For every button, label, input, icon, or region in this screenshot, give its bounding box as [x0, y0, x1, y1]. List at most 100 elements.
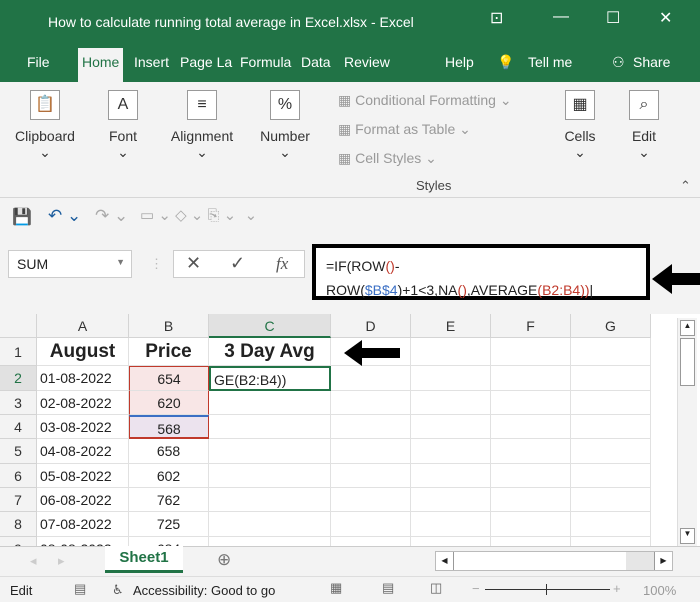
empty-cell[interactable] — [571, 338, 651, 366]
cell-b4[interactable]: 568 — [129, 415, 209, 439]
empty-cell[interactable] — [411, 391, 491, 415]
accessibility-status[interactable]: Accessibility: Good to go — [133, 583, 275, 598]
insert-function-icon[interactable]: fx — [276, 254, 288, 274]
cell-c7[interactable] — [209, 488, 331, 512]
empty-cell[interactable] — [491, 488, 571, 512]
empty-cell[interactable] — [331, 366, 411, 391]
cell-a4[interactable]: 03-08-2022 — [37, 415, 129, 439]
redo-icon[interactable]: ↷ ⌄ — [95, 206, 128, 226]
next-sheet-icon[interactable]: ▸ — [58, 553, 65, 569]
cancel-icon[interactable]: ✕ — [186, 253, 201, 274]
empty-cell[interactable] — [571, 464, 651, 488]
cell-b3[interactable]: 620 — [129, 391, 209, 415]
row-header[interactable]: 8 — [0, 512, 37, 537]
column-header-f[interactable]: F — [491, 314, 571, 338]
cell-b8[interactable]: 725 — [129, 512, 209, 537]
row-header[interactable]: 4 — [0, 415, 37, 439]
empty-cell[interactable] — [331, 512, 411, 537]
cell-a1[interactable]: August — [37, 338, 129, 366]
alignment-group[interactable]: ≡ Alignment ⌄ — [164, 90, 240, 161]
h-scroll-thumb[interactable] — [454, 552, 626, 570]
empty-cell[interactable] — [491, 464, 571, 488]
row-header[interactable]: 3 — [0, 391, 37, 415]
zoom-slider-thumb[interactable] — [546, 584, 547, 595]
empty-cell[interactable] — [571, 439, 651, 464]
sheet-tab-sheet1[interactable]: Sheet1 — [105, 546, 183, 573]
tab-file[interactable]: File — [27, 54, 50, 70]
collapse-ribbon-icon[interactable]: ⌃ — [680, 178, 691, 194]
column-header-d[interactable]: D — [331, 314, 411, 338]
cell-b2[interactable]: 654 — [129, 366, 209, 391]
ribbon-display-icon[interactable]: ⊡ — [490, 8, 503, 28]
cell-a6[interactable]: 05-08-2022 — [37, 464, 129, 488]
empty-cell[interactable] — [411, 338, 491, 366]
cell-c1[interactable]: 3 Day Avg — [209, 338, 331, 366]
scroll-thumb[interactable] — [680, 338, 695, 386]
zoom-out-icon[interactable]: − — [472, 581, 480, 596]
column-header-c[interactable]: C — [209, 314, 331, 338]
zoom-level[interactable]: 100% — [643, 583, 676, 598]
cell-a8[interactable]: 07-08-2022 — [37, 512, 129, 537]
enter-icon[interactable]: ✓ — [230, 253, 245, 274]
empty-cell[interactable] — [571, 512, 651, 537]
tab-page-layout[interactable]: Page La — [180, 54, 232, 70]
cell-c2[interactable]: GE(B2:B4)) — [209, 366, 331, 391]
vertical-scrollbar[interactable]: ▲ ▼ — [677, 318, 697, 546]
column-header-a[interactable]: A — [37, 314, 129, 338]
empty-cell[interactable] — [411, 488, 491, 512]
row-header[interactable]: 5 — [0, 439, 37, 464]
cell-c3[interactable] — [209, 391, 331, 415]
empty-cell[interactable] — [411, 415, 491, 439]
empty-cell[interactable] — [331, 391, 411, 415]
cell-c5[interactable] — [209, 439, 331, 464]
tab-review[interactable]: Review — [344, 54, 390, 70]
cell-b1[interactable]: Price — [129, 338, 209, 366]
number-group[interactable]: % Number ⌄ — [255, 90, 315, 161]
cell-b5[interactable]: 658 — [129, 439, 209, 464]
scroll-left-icon[interactable]: ◀ — [436, 552, 454, 570]
cell-c6[interactable] — [209, 464, 331, 488]
column-header-e[interactable]: E — [411, 314, 491, 338]
cell-b7[interactable]: 762 — [129, 488, 209, 512]
name-box[interactable]: SUM ▼ — [8, 250, 132, 278]
prev-sheet-icon[interactable]: ◂ — [30, 553, 37, 569]
cell-c8[interactable] — [209, 512, 331, 537]
empty-cell[interactable] — [491, 391, 571, 415]
empty-cell[interactable] — [491, 415, 571, 439]
row-header[interactable]: 1 — [0, 338, 37, 366]
tab-data[interactable]: Data — [301, 54, 331, 70]
select-all-corner[interactable] — [0, 314, 37, 338]
undo-icon[interactable]: ↶ ⌄ — [48, 206, 81, 226]
empty-cell[interactable] — [411, 366, 491, 391]
page-layout-view-icon[interactable]: ▤ — [382, 580, 394, 596]
zoom-in-icon[interactable]: + — [613, 581, 621, 596]
chevron-down-icon[interactable]: ▼ — [116, 257, 125, 267]
tab-formulas[interactable]: Formula — [240, 54, 291, 70]
empty-cell[interactable] — [411, 464, 491, 488]
empty-cell[interactable] — [331, 439, 411, 464]
page-break-view-icon[interactable]: ◫ — [430, 580, 442, 596]
conditional-formatting-button[interactable]: ▦ Conditional Formatting ⌄ — [338, 92, 512, 109]
form-icon[interactable]: ▭ ⌄ ◇ ⌄ ⎘ ⌄ ⌄ — [140, 206, 257, 224]
share-button[interactable]: Share — [633, 54, 670, 70]
close-icon[interactable]: ✕ — [659, 8, 672, 28]
clipboard-group[interactable]: 📋 Clipboard ⌄ — [10, 90, 80, 161]
editing-group[interactable]: ⌕ Edit ⌄ — [624, 90, 664, 161]
formula-bar-grip[interactable]: ⋮ — [150, 256, 163, 272]
font-group[interactable]: A Font ⌄ — [100, 90, 146, 161]
empty-cell[interactable] — [411, 439, 491, 464]
empty-cell[interactable] — [571, 366, 651, 391]
zoom-slider[interactable] — [485, 589, 610, 590]
row-header[interactable]: 7 — [0, 488, 37, 512]
cell-b6[interactable]: 602 — [129, 464, 209, 488]
empty-cell[interactable] — [331, 464, 411, 488]
empty-cell[interactable] — [571, 415, 651, 439]
column-header-b[interactable]: B — [129, 314, 209, 338]
cells-group[interactable]: ▦ Cells ⌄ — [560, 90, 600, 161]
cell-a7[interactable]: 06-08-2022 — [37, 488, 129, 512]
formula-input[interactable]: =IF(ROW()-ROW($B$4)+1<3,NA(),AVERAGE(B2:… — [312, 244, 650, 300]
add-sheet-icon[interactable]: ⊕ — [217, 550, 231, 570]
tab-help[interactable]: Help — [445, 54, 474, 70]
cell-a5[interactable]: 04-08-2022 — [37, 439, 129, 464]
empty-cell[interactable] — [491, 512, 571, 537]
